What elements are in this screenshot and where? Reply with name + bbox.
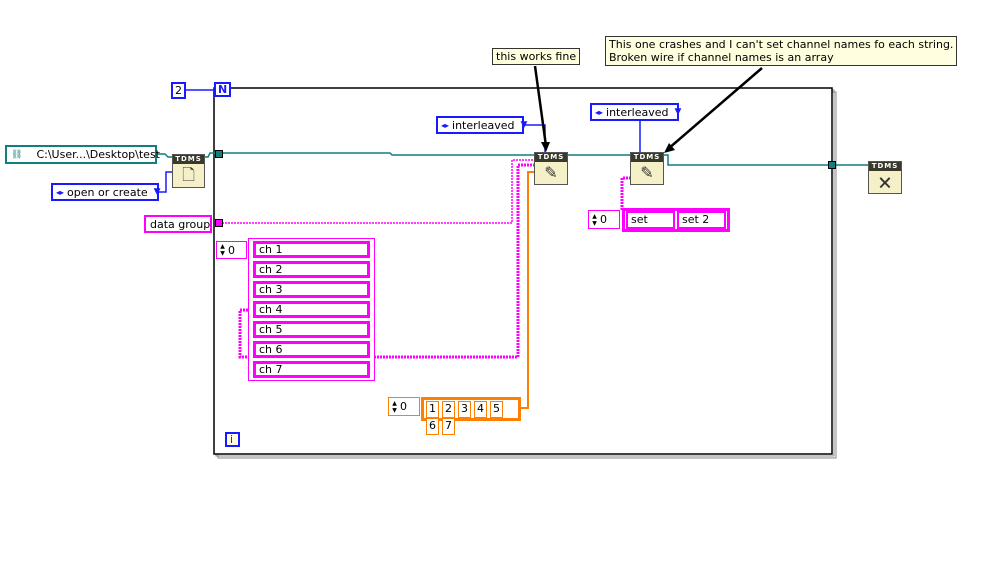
data-array: 1 2 3 4 5 6 7 xyxy=(421,397,521,435)
tdms-close-node[interactable]: TDMS 🗙 xyxy=(868,161,902,194)
spinner-icon: ▲ ▼ xyxy=(592,212,597,227)
index-value: 0 xyxy=(600,213,607,226)
loop-count-value: 2 xyxy=(175,84,182,97)
tdms-label: TDMS xyxy=(173,155,204,164)
channel-name-element[interactable]: ch 3 xyxy=(253,281,370,298)
comment-line-2: Broken wire if channel names is an array xyxy=(609,51,834,64)
channel-names-array: ch 1 ch 2 ch 3 ch 4 ch 5 ch 6 ch 7 xyxy=(248,238,375,381)
close-file-icon: 🗙 xyxy=(878,172,892,191)
channel-name-element[interactable]: ch 6 xyxy=(253,341,370,358)
comment-text: this works fine xyxy=(496,50,577,63)
spinner-icon: ▲ ▼ xyxy=(220,243,225,257)
data-element[interactable]: 5 xyxy=(490,401,503,418)
data-element[interactable]: 3 xyxy=(458,401,471,418)
chevron-down-icon: ▼ xyxy=(674,107,682,117)
spinner-icon: ▲ ▼ xyxy=(392,399,397,414)
set-element[interactable]: set 2 xyxy=(677,211,726,229)
enum-increment-icon: ◂▸ xyxy=(56,187,65,197)
enum-value: open or create xyxy=(67,185,148,199)
tdms-open-node[interactable]: TDMS 🗋 xyxy=(172,154,205,188)
channel-name-element[interactable]: ch 5 xyxy=(253,321,370,338)
loop-count-constant[interactable]: 2 xyxy=(171,82,186,99)
data-element[interactable]: 4 xyxy=(474,401,487,418)
enum-increment-icon: ◂▸ xyxy=(441,120,450,130)
set-array-index[interactable]: ▲ ▼ 0 xyxy=(588,210,620,229)
group-name-value: data group xyxy=(150,217,211,231)
comment-works-fine: this works fine xyxy=(492,48,581,65)
refnum-tunnel-in xyxy=(215,150,223,158)
write1-layout-enum[interactable]: ◂▸ interleaved ▼ xyxy=(436,116,527,134)
channel-name-element[interactable]: ch 7 xyxy=(253,361,370,378)
comment-crashes: This one crashes and I can't set channel… xyxy=(605,36,958,66)
refnum-tunnel-out xyxy=(828,161,836,169)
tdms-label: TDMS xyxy=(535,153,567,162)
set-element[interactable]: set xyxy=(626,211,675,229)
open-operation-enum[interactable]: ◂▸ open or create ▼ xyxy=(51,183,161,201)
enum-value: interleaved xyxy=(452,118,515,132)
data-array-index[interactable]: ▲ ▼ 0 xyxy=(388,397,420,416)
data-element[interactable]: 7 xyxy=(442,418,455,435)
channel-array-index[interactable]: ▲ ▼ 0 xyxy=(216,241,247,259)
data-element[interactable]: 2 xyxy=(442,401,455,418)
chevron-down-icon: ▼ xyxy=(153,187,161,197)
loop-iteration-terminal[interactable]: i xyxy=(225,432,240,447)
comment-line-1: This one crashes and I can't set channel… xyxy=(609,38,954,51)
loop-count-terminal[interactable]: N xyxy=(214,82,231,97)
path-value: C:\User...\Desktop\test xyxy=(36,148,160,161)
chevron-down-icon: ▼ xyxy=(520,120,528,130)
index-value: 0 xyxy=(400,400,407,413)
tdms-write-node-2[interactable]: TDMS ✎ xyxy=(630,152,664,185)
channel-name-element[interactable]: ch 1 xyxy=(253,241,370,258)
set-array: set set 2 xyxy=(622,208,730,232)
wires xyxy=(157,65,868,459)
pencil-icon: ✎ xyxy=(544,163,558,182)
path-constant[interactable]: ⛓ C:\User...\Desktop\test xyxy=(5,145,160,164)
string-tunnel xyxy=(215,219,223,227)
tdms-label: TDMS xyxy=(631,153,663,162)
channel-name-element[interactable]: ch 2 xyxy=(253,261,370,278)
write2-layout-enum[interactable]: ◂▸ interleaved ▼ xyxy=(590,103,682,121)
data-element[interactable]: 1 xyxy=(426,401,439,418)
data-element[interactable]: 6 xyxy=(426,418,439,435)
tdms-label: TDMS xyxy=(869,162,901,171)
enum-value: interleaved xyxy=(606,105,669,119)
n-label: N xyxy=(218,83,228,96)
new-file-icon: 🗋 xyxy=(182,165,195,184)
pencil-icon: ✎ xyxy=(640,163,654,182)
i-label: i xyxy=(230,433,234,446)
channel-name-element[interactable]: ch 4 xyxy=(253,301,370,318)
tdms-write-node-1[interactable]: TDMS ✎ xyxy=(534,152,568,185)
enum-increment-icon: ◂▸ xyxy=(595,107,604,117)
path-icon: ⛓ xyxy=(11,149,23,160)
index-value: 0 xyxy=(228,243,235,257)
group-name-constant[interactable]: data group xyxy=(144,215,212,233)
